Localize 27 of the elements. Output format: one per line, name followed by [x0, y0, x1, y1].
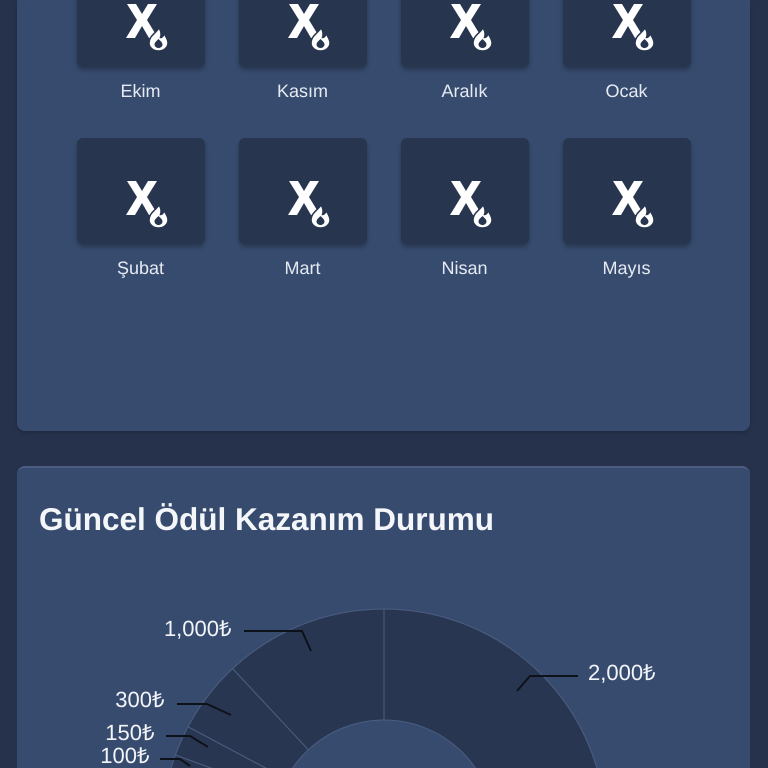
x-flame-icon — [126, 3, 168, 51]
month-label: Şubat — [116, 257, 164, 279]
month-label: Mayıs — [602, 257, 650, 279]
leader-line — [177, 703, 232, 716]
month-label: Nisan — [441, 257, 488, 279]
month-label: Mart — [284, 257, 320, 279]
x-flame-icon — [288, 3, 330, 51]
month-label: Aralık — [441, 80, 488, 102]
slice-label: 1,000₺ — [164, 616, 232, 641]
x-flame-icon — [450, 180, 492, 228]
slice-label: 100₺ — [100, 743, 150, 768]
x-flame-icon — [612, 180, 654, 228]
slice-label: 2,000₺ — [588, 660, 656, 685]
leader-line — [166, 735, 209, 748]
month-label: Kasım — [276, 80, 328, 102]
month-label: Ocak — [605, 80, 648, 102]
leader-line — [160, 758, 191, 767]
leader-line — [516, 675, 578, 692]
x-flame-icon — [288, 180, 330, 228]
month-label: Ekim — [120, 80, 160, 102]
slice-label: 300₺ — [115, 687, 165, 712]
x-flame-icon — [450, 3, 492, 51]
x-flame-icon — [126, 180, 168, 228]
leader-line — [244, 630, 312, 652]
x-flame-icon — [612, 3, 654, 51]
slice-label: 150₺ — [105, 720, 155, 745]
card-title: Güncel Ödül Kazanım Durumu — [38, 500, 496, 537]
